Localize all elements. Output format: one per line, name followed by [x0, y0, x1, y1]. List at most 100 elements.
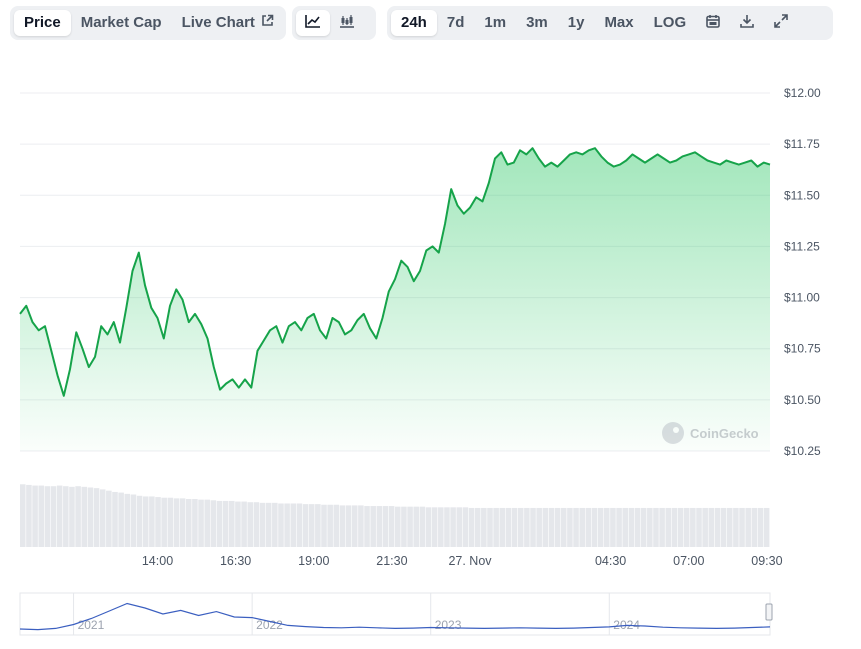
volume-bar — [345, 505, 352, 547]
volume-bar — [413, 506, 419, 547]
volume-bar — [530, 507, 536, 547]
volume-bar — [192, 499, 198, 547]
volume-bar — [597, 507, 604, 547]
y-tick-label: $10.25 — [784, 444, 821, 458]
tab-live-chart-label: Live Chart — [181, 14, 255, 31]
volume-bar — [690, 507, 696, 547]
tab-price-label: Price — [24, 14, 61, 31]
volume-bar — [167, 497, 174, 547]
timeframe-3m[interactable]: 3m — [516, 10, 558, 36]
volume-bar — [456, 507, 463, 547]
chart-style-toggle — [292, 6, 376, 40]
tab-live-chart[interactable]: Live Chart — [172, 10, 284, 36]
volume-bar — [622, 507, 629, 547]
timeframe-1m[interactable]: 1m — [474, 10, 516, 36]
navigator-handle[interactable] — [765, 603, 773, 621]
volume-bar — [351, 505, 358, 547]
tab-price[interactable]: Price — [14, 10, 71, 36]
volume-bar — [554, 507, 561, 547]
volume-bar — [696, 507, 702, 547]
price-area-fill — [20, 148, 770, 451]
volume-bar — [683, 507, 690, 547]
line-chart-button[interactable] — [296, 10, 330, 36]
volume-bar — [585, 507, 592, 547]
volume-bar — [487, 507, 493, 547]
volume-bar — [708, 507, 715, 547]
volume-bar — [185, 499, 192, 547]
date-range-button[interactable] — [696, 10, 730, 36]
volume-bar — [751, 507, 758, 547]
y-tick-label: $11.50 — [784, 188, 820, 202]
volume-bar — [474, 507, 481, 547]
timeframe-7d[interactable]: 7d — [437, 10, 475, 36]
volume-bar — [173, 498, 180, 547]
volume-bar — [579, 507, 585, 547]
price-line — [19, 147, 771, 397]
download-button[interactable] — [730, 10, 764, 36]
volume-bar — [204, 499, 210, 547]
timeframe-max-label: Max — [604, 14, 634, 31]
candlestick-icon — [339, 14, 355, 33]
volume-bar — [253, 502, 260, 547]
timeframe-1y[interactable]: 1y — [558, 10, 595, 36]
volume-bar — [364, 506, 370, 547]
volume-bar — [763, 507, 770, 547]
navigator-year-label: 2023 — [435, 618, 462, 632]
coingecko-watermark: CoinGecko — [662, 422, 759, 444]
volume-bar — [376, 506, 383, 547]
volume-bar — [720, 507, 727, 547]
volume-bar — [136, 495, 143, 547]
volume-bar — [272, 502, 278, 547]
volume-bar — [505, 507, 512, 547]
volume-bar — [640, 507, 647, 547]
volume-bar — [99, 489, 106, 547]
volume-bar — [567, 507, 573, 547]
volume-bar — [315, 504, 321, 547]
volume-bar — [327, 504, 333, 547]
volume-bar — [56, 485, 63, 547]
volume-bar — [665, 507, 672, 547]
volume-bar — [733, 507, 739, 547]
y-tick-label: $11.25 — [784, 239, 820, 253]
volume-bar — [118, 492, 124, 547]
log-scale-toggle[interactable]: LOG — [644, 10, 697, 36]
navigator-year-label: 2024 — [613, 618, 640, 632]
volume-bar — [87, 487, 94, 547]
volume-bar — [216, 500, 223, 547]
timeframe-selector: 24h 7d 1m 3m 1y Max LOG — [387, 6, 833, 40]
timeframe-max[interactable]: Max — [594, 10, 643, 36]
volume-bar — [210, 500, 217, 547]
volume-bar — [653, 507, 659, 547]
fullscreen-button[interactable] — [764, 10, 798, 36]
volume-bar — [265, 502, 272, 547]
volume-bar — [517, 507, 524, 547]
volume-bar — [339, 505, 346, 547]
volume-bar — [290, 503, 297, 547]
volume-bar — [591, 507, 598, 547]
x-tick-label: 09:30 — [751, 554, 782, 568]
y-tick-label: $10.75 — [784, 342, 821, 356]
volume-bar — [560, 507, 567, 547]
volume-bar — [524, 507, 530, 547]
timeframe-24h[interactable]: 24h — [391, 10, 437, 36]
volume-bar — [278, 503, 284, 547]
volume-bar — [745, 507, 751, 547]
tab-market-cap[interactable]: Market Cap — [71, 10, 172, 36]
volume-bar — [499, 507, 506, 547]
volume-bar — [247, 502, 254, 547]
volume-bar — [671, 507, 678, 547]
volume-bar — [161, 497, 167, 547]
volume-bar — [149, 496, 155, 547]
volume-bar — [634, 507, 641, 547]
candlestick-chart-button[interactable] — [330, 10, 364, 36]
x-tick-label: 04:30 — [595, 554, 626, 568]
volume-bar — [511, 507, 518, 547]
y-tick-label: $12.00 — [784, 86, 821, 100]
navigator-line — [19, 602, 771, 631]
volume-bar — [431, 507, 438, 547]
volume-bar — [44, 486, 51, 547]
x-tick-label: 14:00 — [142, 554, 173, 568]
volume-bar — [395, 506, 401, 547]
download-icon — [740, 14, 754, 33]
volume-bar — [542, 507, 549, 547]
